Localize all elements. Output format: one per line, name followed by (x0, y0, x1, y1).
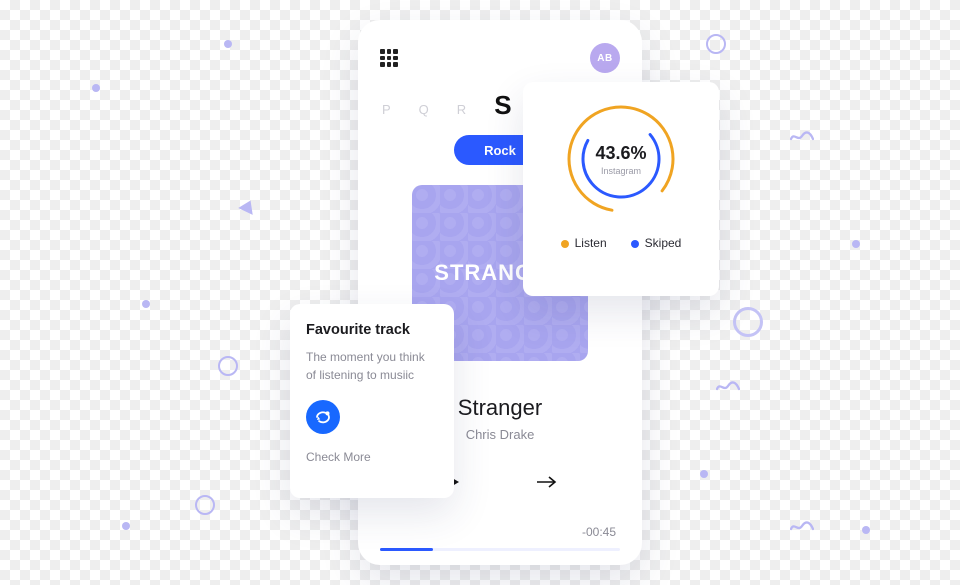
alpha-letter-selected[interactable]: S (494, 90, 511, 121)
donut-value: 43.6% (595, 143, 646, 164)
avatar[interactable]: AB (590, 43, 620, 73)
progress-bar[interactable] (380, 548, 620, 551)
donut-legend: Listen Skiped (539, 236, 703, 250)
alpha-letter[interactable]: R (457, 102, 466, 117)
legend-item-listen: Listen (561, 236, 607, 250)
alpha-letter[interactable]: P (382, 102, 391, 117)
confetti-ring (706, 34, 726, 54)
favourite-title: Favourite track (306, 322, 438, 338)
confetti-ring (195, 495, 215, 515)
progress-done (380, 548, 433, 551)
phone-header: AB (380, 40, 620, 76)
donut-center: 43.6% Instagram (562, 100, 680, 218)
donut-chart: 43.6% Instagram (562, 100, 680, 218)
confetti-dot (142, 300, 150, 308)
time-remaining: -00:45 (582, 525, 616, 539)
confetti-ring (733, 307, 763, 337)
confetti-dot (224, 40, 232, 48)
repeat-icon (314, 409, 332, 425)
alpha-letter[interactable]: Q (419, 102, 429, 117)
confetti-ring (218, 356, 238, 376)
favourite-description: The moment you think of listening to mus… (306, 348, 438, 384)
confetti-dot (700, 470, 708, 478)
arrow-right-icon (537, 476, 557, 488)
legend-dot-icon (631, 240, 639, 248)
legend-label-listen: Listen (575, 236, 607, 250)
confetti-dot (92, 84, 100, 92)
legend-item-skipped: Skiped (631, 236, 682, 250)
confetti-squiggle (790, 520, 814, 534)
confetti-dot (862, 526, 870, 534)
confetti-dot (852, 240, 860, 248)
legend-dot-icon (561, 240, 569, 248)
confetti-squiggle (716, 380, 740, 394)
next-button[interactable] (535, 470, 559, 494)
confetti-squiggle (790, 130, 814, 144)
check-more-link[interactable]: Check More (306, 450, 438, 464)
favourite-card: Favourite track The moment you think of … (290, 304, 454, 498)
apps-grid-icon[interactable] (380, 49, 398, 67)
avatar-initials: AB (597, 53, 612, 64)
legend-label-skipped: Skiped (645, 236, 682, 250)
confetti-dot (122, 522, 130, 530)
genre-label: Rock (484, 143, 516, 158)
repeat-button[interactable] (306, 400, 340, 434)
confetti-triangle (238, 197, 258, 215)
stats-card: 43.6% Instagram Listen Skiped (523, 82, 719, 296)
donut-subtitle: Instagram (601, 166, 641, 176)
